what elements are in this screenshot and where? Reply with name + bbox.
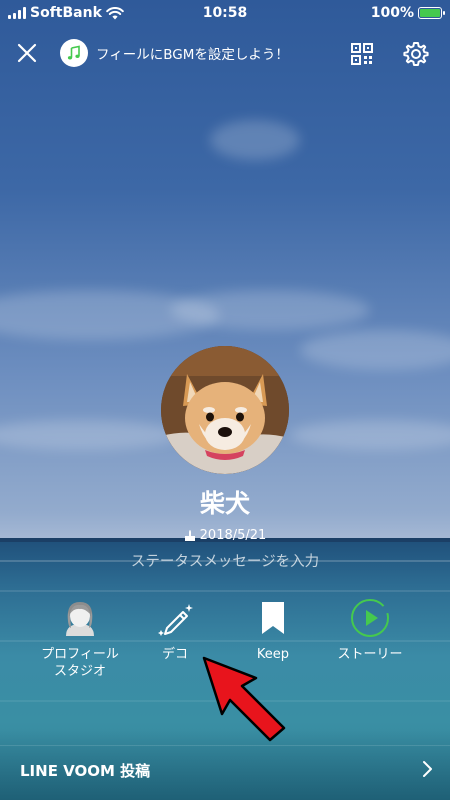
- cloud: [170, 290, 370, 330]
- bookmark-icon: [262, 602, 284, 634]
- profile-name[interactable]: 柴犬: [0, 484, 450, 520]
- qr-code-button[interactable]: [350, 42, 374, 66]
- profile-avatar[interactable]: [161, 346, 289, 474]
- birthday-date: 2018/5/21: [199, 528, 267, 543]
- line-voom-post-label: LINE VOOM 投稿: [20, 762, 151, 780]
- close-icon: [17, 43, 37, 63]
- profile-studio-label: プロフィール スタジオ: [41, 647, 119, 679]
- profile-studio-button[interactable]: プロフィール スタジオ: [25, 596, 135, 680]
- shiba-dog-photo: [161, 346, 289, 474]
- close-button[interactable]: [12, 38, 42, 68]
- pen-sparkle-icon: [158, 604, 193, 636]
- bgm-banner[interactable]: フィールにBGMを設定しよう！: [60, 38, 289, 68]
- battery-icon: [418, 7, 445, 19]
- chevron-right-icon: [423, 761, 432, 777]
- avatar-icon: [66, 602, 94, 636]
- deco-label: デコ: [161, 647, 188, 662]
- gear-icon: [403, 42, 429, 66]
- bgm-banner-text: フィールにBGMを設定しよう！: [96, 47, 289, 63]
- story-button[interactable]: ストーリー: [315, 596, 425, 663]
- line-voom-post-row[interactable]: LINE VOOM 投稿: [0, 745, 450, 800]
- battery-percent: 100%: [370, 5, 414, 21]
- birthday-row: 2018/5/21: [0, 528, 450, 543]
- music-note-icon: [60, 39, 88, 67]
- red-arrow-annotation: [198, 652, 290, 744]
- birthday-cake-icon: [184, 529, 195, 541]
- story-play-icon: [351, 599, 389, 637]
- qr-code-icon: [351, 43, 373, 65]
- settings-button[interactable]: [402, 40, 430, 68]
- cloud: [210, 120, 300, 160]
- status-bar: SoftBank 10:58 100%: [0, 0, 450, 26]
- top-bar: フィールにBGMを設定しよう！: [0, 30, 450, 76]
- status-message-input[interactable]: ステータスメッセージを入力: [0, 550, 450, 571]
- story-label: ストーリー: [337, 647, 403, 662]
